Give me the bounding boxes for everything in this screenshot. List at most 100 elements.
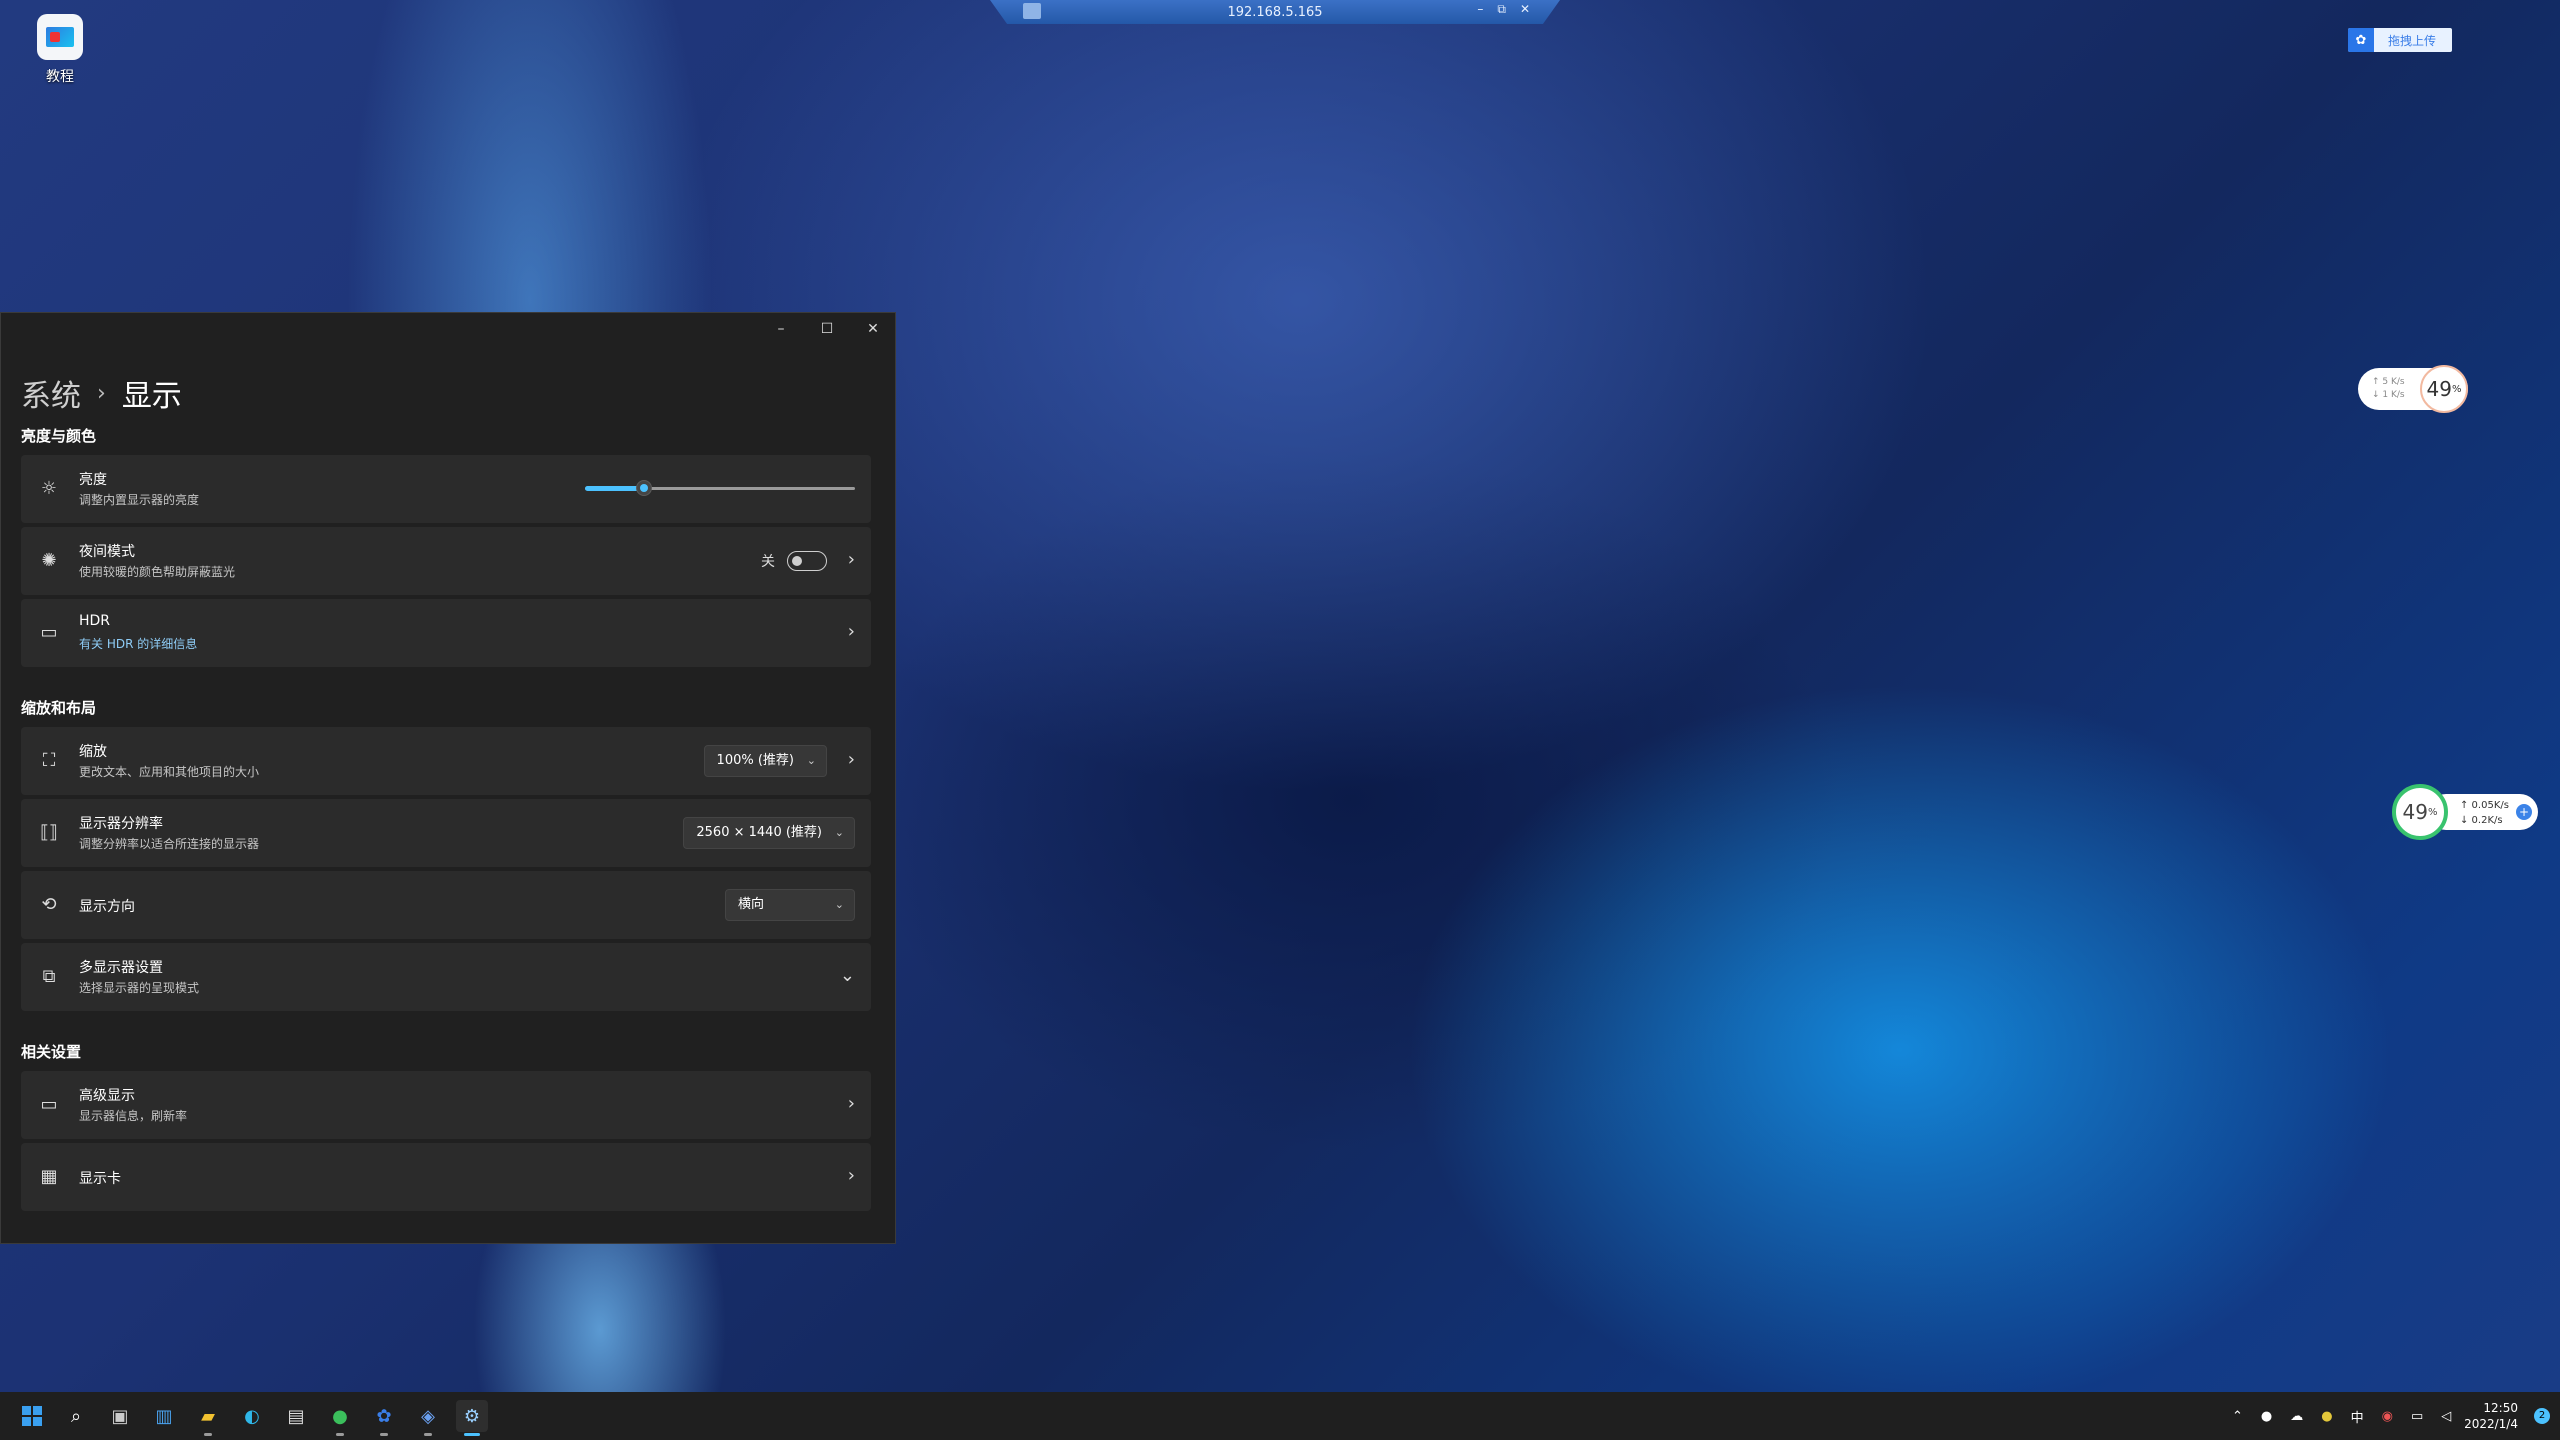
task-view-icon[interactable]: ▣ <box>104 1400 136 1432</box>
accelerate-icon[interactable]: + <box>2516 804 2532 820</box>
section-scale-layout: 缩放和布局 <box>21 699 97 717</box>
window-close-button[interactable]: ✕ <box>853 317 893 341</box>
night-light-state: 关 <box>761 554 775 570</box>
orientation-dropdown[interactable]: 横向 ⌄ <box>725 889 855 921</box>
chevron-down-icon: ⌄ <box>806 754 816 767</box>
usage-percent-unit: % <box>2451 383 2462 395</box>
desktop-icon-tutorial[interactable]: 教程 <box>28 14 92 86</box>
laptop-icon: ▭ <box>40 1094 58 1115</box>
sun-icon: ☼ <box>40 478 58 499</box>
upload-rate: ↑ 0.05K/s <box>2460 800 2509 811</box>
network-speed-widget-side[interactable]: ↑ 0.05K/s ↓ 0.2K/s + 49% <box>2392 784 2540 840</box>
brightness-slider[interactable] <box>585 480 855 496</box>
advanced-display-row[interactable]: ▭ 高级显示 显示器信息，刷新率 › <box>21 1071 871 1139</box>
slider-thumb[interactable] <box>636 480 653 496</box>
volume-icon[interactable]: ◁ <box>2441 1409 2451 1424</box>
scale-subtitle: 更改文本、应用和其他项目的大小 <box>79 765 260 779</box>
show-hidden-icons-chevron-icon[interactable]: ⌃ <box>2232 1409 2243 1424</box>
scale-title: 缩放 <box>79 744 107 760</box>
multi-display-title: 多显示器设置 <box>79 960 163 976</box>
advanced-display-subtitle: 显示器信息，刷新率 <box>79 1109 188 1123</box>
settings-gear-icon[interactable]: ⚙ <box>456 1400 488 1436</box>
clock[interactable]: 12:50 2022/1/4 <box>2464 1400 2518 1432</box>
pin-icon[interactable] <box>1023 3 1041 19</box>
page-title: 显示 <box>121 379 182 414</box>
window-minimize-button[interactable]: – <box>761 317 801 341</box>
hdr-title: HDR <box>79 613 111 629</box>
cloud-drive-icon: ✿ <box>2348 28 2374 52</box>
edge-icon[interactable]: ◐ <box>236 1400 268 1432</box>
search-icon[interactable]: ⌕ <box>60 1400 92 1432</box>
scale-selected: 100% (推荐) <box>716 753 794 768</box>
brightness-title: 亮度 <box>79 472 107 488</box>
brightness-row: ☼ 亮度 调整内置显示器的亮度 <box>21 455 871 523</box>
sogou-input-icon[interactable]: ◉ <box>2382 1409 2393 1424</box>
chevron-right-icon[interactable]: › <box>848 1165 855 1186</box>
upload-rate: ↑ 5 K/s <box>2372 377 2405 387</box>
widgets-icon[interactable]: ▥ <box>148 1400 180 1432</box>
night-light-subtitle: 使用较暖的颜色帮助屏蔽蓝光 <box>79 565 236 579</box>
chevron-right-icon[interactable]: › <box>848 1093 855 1114</box>
night-light-row[interactable]: ✺ 夜间模式 使用较暖的颜色帮助屏蔽蓝光 关 › <box>21 527 871 595</box>
chevron-right-icon[interactable]: › <box>848 549 855 570</box>
remote-minimize-button[interactable]: – <box>1477 2 1483 17</box>
multi-display-row[interactable]: ⧉ 多显示器设置 选择显示器的呈现模式 ⌄ <box>21 943 871 1011</box>
remote-desktop-icon[interactable]: ◈ <box>412 1400 444 1436</box>
remote-connection-bar[interactable]: 192.168.5.165 – ⧉ ✕ <box>990 0 1560 24</box>
store-icon[interactable]: ▤ <box>280 1400 312 1432</box>
hdr-info-link[interactable]: 有关 HDR 的详细信息 <box>79 635 197 652</box>
resolution-subtitle: 调整分辨率以适合所连接的显示器 <box>79 837 260 851</box>
graphics-row[interactable]: ▦ 显示卡 › <box>21 1143 871 1211</box>
remote-restore-button[interactable]: ⧉ <box>1497 2 1506 17</box>
brightness-subtitle: 调整内置显示器的亮度 <box>79 493 200 507</box>
resolution-icon: ⟦⟧ <box>40 822 58 843</box>
desktop-icon-label: 教程 <box>46 69 74 85</box>
clock-date: 2022/1/4 <box>2464 1417 2518 1431</box>
chevron-down-icon: ⌄ <box>834 898 844 911</box>
chevron-down-icon: ⌄ <box>834 826 844 839</box>
night-light-toggle[interactable] <box>787 551 827 571</box>
scale-dropdown[interactable]: 100% (推荐) ⌄ <box>703 745 827 777</box>
window-maximize-button[interactable]: ☐ <box>807 317 847 341</box>
window-titlebar[interactable]: – ☐ ✕ <box>1 313 895 345</box>
taskbar: ⌕ ▣ ▥ ▰ ◐ ▤ ● ✿ ◈ ⚙ ⌃ ● ☁ ● 中 ◉ ▭ ◁ 12:5… <box>0 1392 2560 1440</box>
wechat-icon[interactable]: ● <box>324 1400 356 1436</box>
night-light-title: 夜间模式 <box>79 544 135 560</box>
orientation-row: ⟲ 显示方向 横向 ⌄ <box>21 871 871 939</box>
file-explorer-icon[interactable]: ▰ <box>192 1400 224 1436</box>
cloud-drive-taskbar-icon[interactable]: ✿ <box>368 1400 400 1436</box>
breadcrumb-separator-icon: › <box>97 380 106 406</box>
advanced-display-title: 高级显示 <box>79 1088 135 1104</box>
clock-time: 12:50 <box>2483 1401 2518 1415</box>
windows-logo-icon <box>22 1406 42 1426</box>
orientation-selected: 横向 <box>738 897 765 912</box>
scale-row[interactable]: ⛶ 缩放 更改文本、应用和其他项目的大小 100% (推荐) ⌄ › <box>21 727 871 795</box>
resolution-dropdown[interactable]: 2560 × 1440 (推荐) ⌄ <box>683 817 855 849</box>
remote-close-button[interactable]: ✕ <box>1520 2 1530 17</box>
graphics-card-icon: ▦ <box>40 1166 58 1187</box>
upload-label: 拖拽上传 <box>2388 33 2437 48</box>
drag-upload-button[interactable]: ✿ 拖拽上传 <box>2348 28 2452 52</box>
system-tray: ⌃ ● ☁ ● 中 ◉ ▭ ◁ <box>2232 1392 2451 1440</box>
graphics-title: 显示卡 <box>79 1171 121 1187</box>
multi-display-subtitle: 选择显示器的呈现模式 <box>79 981 200 995</box>
chevron-down-icon[interactable]: ⌄ <box>840 965 855 986</box>
ime-indicator[interactable]: 中 <box>2351 1407 2364 1426</box>
network-icon[interactable]: ▭ <box>2411 1409 2423 1424</box>
chevron-right-icon[interactable]: › <box>848 749 855 770</box>
resolution-selected: 2560 × 1440 (推荐) <box>696 825 822 840</box>
notification-badge[interactable]: 2 <box>2534 1408 2550 1424</box>
onedrive-cloud-icon[interactable]: ☁ <box>2290 1409 2303 1424</box>
usage-percent-unit: % <box>2427 806 2438 818</box>
breadcrumb-system[interactable]: 系统 <box>21 371 81 415</box>
network-speed-widget-top[interactable]: ↑ 5 K/s ↓ 1 K/s 49% <box>2358 365 2468 413</box>
tray-status-icon[interactable]: ● <box>2321 1409 2332 1424</box>
chevron-right-icon[interactable]: › <box>848 621 855 642</box>
tray-app-icon[interactable]: ● <box>2261 1409 2272 1424</box>
section-brightness-color: 亮度与颜色 <box>21 427 97 445</box>
download-rate: ↓ 0.2K/s <box>2460 815 2503 826</box>
breadcrumb: 系统 › 显示 <box>21 371 182 415</box>
start-button[interactable] <box>16 1400 48 1432</box>
settings-window: – ☐ ✕ 系统 › 显示 亮度与颜色 ☼ 亮度 调整内置显示器的亮度 ✺ 夜间… <box>0 312 896 1244</box>
hdr-row[interactable]: ▭ HDR 有关 HDR 的详细信息 › <box>21 599 871 667</box>
